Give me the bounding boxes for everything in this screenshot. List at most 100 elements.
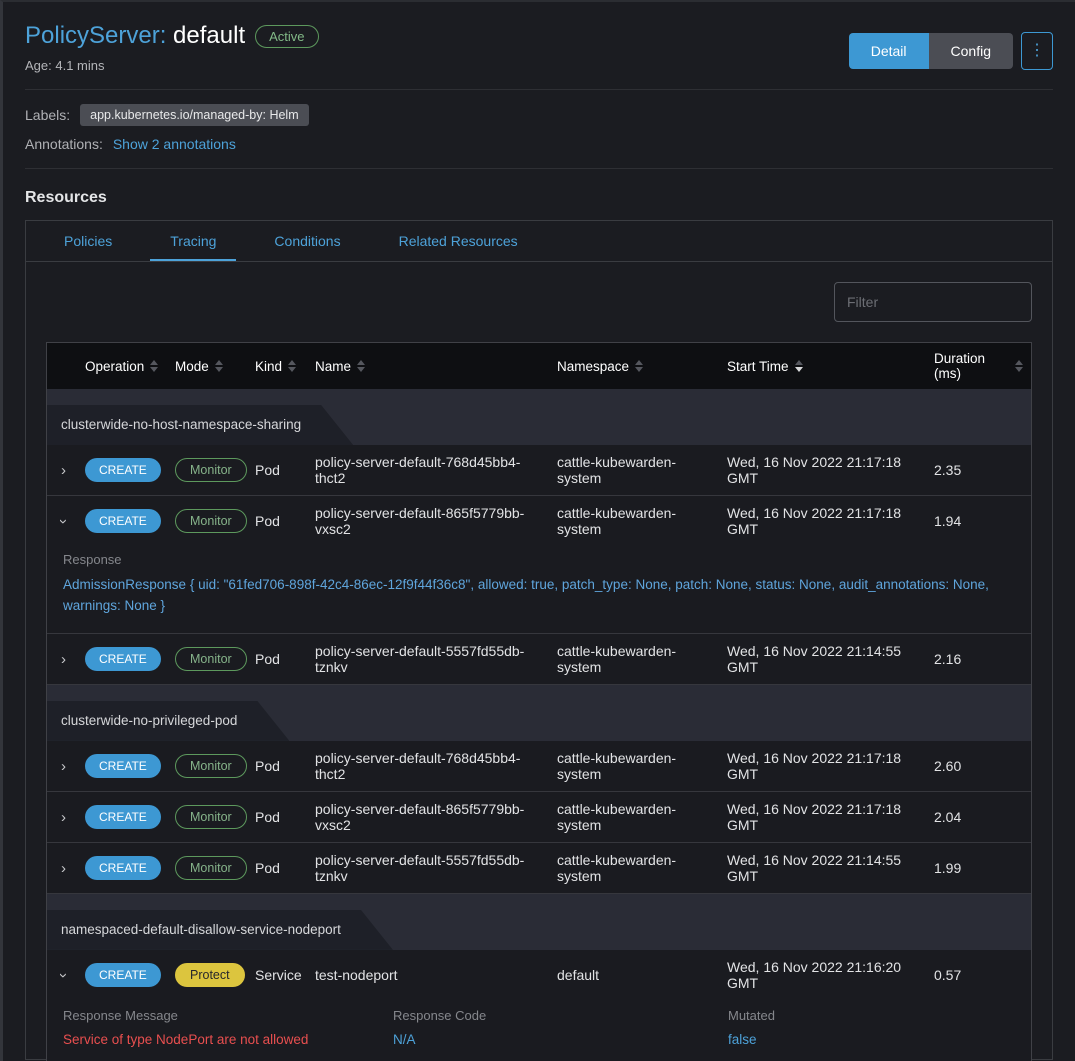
operation-badge: CREATE	[85, 754, 161, 778]
mode-badge: Monitor	[175, 856, 247, 880]
mode-badge: Monitor	[175, 647, 247, 671]
duration-cell: 1.94	[934, 513, 1031, 529]
labels-label: Labels:	[25, 107, 70, 123]
response-detail: Response Message Service of type NodePor…	[47, 1000, 1031, 1061]
mode-badge: Monitor	[175, 805, 247, 829]
name-cell: policy-server-default-5557fd55db-tznkv	[315, 643, 557, 675]
duration-cell: 2.60	[934, 758, 1031, 774]
resource-kind: PolicyServer:	[25, 22, 166, 49]
name-cell: policy-server-default-5557fd55db-tznkv	[315, 852, 557, 884]
response-message-value: Service of type NodePort are not allowed	[63, 1032, 393, 1047]
response-detail: Response AdmissionResponse { uid: "61fed…	[47, 546, 1031, 633]
name-cell: test-nodeport	[315, 967, 557, 983]
collapse-chevron-icon[interactable]: ›	[56, 519, 71, 524]
table-header: Operation Mode Kind Name Namespace Start…	[47, 343, 1031, 389]
duration-cell: 2.16	[934, 651, 1031, 667]
meta-divider	[25, 168, 1053, 169]
column-header-name[interactable]: Name	[315, 359, 549, 374]
expand-chevron-icon[interactable]: ›	[61, 861, 66, 876]
mode-badge: Monitor	[175, 458, 247, 482]
namespace-cell: cattle-kubewarden-system	[557, 454, 727, 486]
operation-badge: CREATE	[85, 856, 161, 880]
group-header: clusterwide-no-host-namespace-sharing	[47, 389, 1031, 445]
mutated-value: false	[728, 1032, 1011, 1047]
kind-cell: Pod	[255, 651, 315, 667]
column-header-operation[interactable]: Operation	[85, 359, 167, 374]
column-header-start-time[interactable]: Start Time	[727, 359, 926, 374]
expand-chevron-icon[interactable]: ›	[61, 652, 66, 667]
name-cell: policy-server-default-865f5779bb-vxsc2	[315, 801, 557, 833]
table-row-expanded: › CREATE Monitor Pod policy-server-defau…	[47, 496, 1031, 634]
expand-chevron-icon[interactable]: ›	[61, 810, 66, 825]
start-time-cell: Wed, 16 Nov 2022 21:14:55 GMT	[727, 643, 934, 675]
sort-icon	[357, 360, 365, 372]
table-row: › CREATE Monitor Pod policy-server-defau…	[47, 634, 1031, 685]
column-header-duration[interactable]: Duration (ms)	[934, 351, 1023, 381]
resources-title: Resources	[25, 189, 1053, 207]
kind-cell: Service	[255, 967, 315, 983]
mode-badge: Monitor	[175, 754, 247, 778]
tab-conditions[interactable]: Conditions	[254, 221, 360, 261]
operation-badge: CREATE	[85, 647, 161, 671]
namespace-cell: cattle-kubewarden-system	[557, 750, 727, 782]
expand-chevron-icon[interactable]: ›	[61, 759, 66, 774]
duration-cell: 1.99	[934, 860, 1031, 876]
kind-cell: Pod	[255, 462, 315, 478]
operation-badge: CREATE	[85, 805, 161, 829]
name-cell: policy-server-default-768d45bb4-thct2	[315, 750, 557, 782]
vertical-ellipsis-icon: ⋮	[1029, 42, 1045, 59]
sort-icon	[215, 360, 223, 372]
resource-name: default	[173, 22, 245, 49]
response-label: Response	[63, 552, 1011, 567]
response-code-value: N/A	[393, 1032, 728, 1047]
table-row: › CREATE Monitor Pod policy-server-defau…	[47, 741, 1031, 792]
response-value: AdmissionResponse { uid: "61fed706-898f-…	[63, 575, 1011, 617]
policy-server-detail-page: PolicyServer: default Active Age: 4.1 mi…	[0, 0, 1075, 1061]
group-title: clusterwide-no-host-namespace-sharing	[47, 405, 353, 445]
actions-menu-button[interactable]: ⋮	[1021, 32, 1053, 70]
table-row: › CREATE Monitor Pod policy-server-defau…	[47, 445, 1031, 496]
start-time-cell: Wed, 16 Nov 2022 21:17:18 GMT	[727, 505, 934, 537]
table-row-expanded: › CREATE Protect Service test-nodeport d…	[47, 950, 1031, 1061]
duration-cell: 0.57	[934, 967, 1031, 983]
sort-icon	[288, 360, 296, 372]
show-annotations-link[interactable]: Show 2 annotations	[113, 136, 236, 152]
group-title: clusterwide-no-privileged-pod	[47, 701, 289, 741]
kind-cell: Pod	[255, 860, 315, 876]
namespace-cell: cattle-kubewarden-system	[557, 801, 727, 833]
tab-policies[interactable]: Policies	[44, 221, 132, 261]
sort-icon	[1015, 360, 1023, 372]
config-button[interactable]: Config	[929, 33, 1013, 69]
start-time-cell: Wed, 16 Nov 2022 21:17:18 GMT	[727, 801, 934, 833]
namespace-cell: cattle-kubewarden-system	[557, 505, 727, 537]
table-row: › CREATE Monitor Pod policy-server-defau…	[47, 792, 1031, 843]
label-chip: app.kubernetes.io/managed-by: Helm	[80, 104, 308, 126]
tab-tracing[interactable]: Tracing	[150, 221, 236, 261]
namespace-cell: cattle-kubewarden-system	[557, 643, 727, 675]
start-time-cell: Wed, 16 Nov 2022 21:17:18 GMT	[727, 454, 934, 486]
namespace-cell: cattle-kubewarden-system	[557, 852, 727, 884]
tabbar: Policies Tracing Conditions Related Reso…	[26, 221, 1052, 262]
expand-chevron-icon[interactable]: ›	[61, 463, 66, 478]
tracing-table: Operation Mode Kind Name Namespace Start…	[46, 342, 1032, 1061]
filter-input[interactable]	[834, 282, 1032, 322]
column-header-mode[interactable]: Mode	[175, 359, 247, 374]
sort-icon	[150, 360, 158, 372]
sort-icon	[635, 360, 643, 372]
sort-icon-active	[795, 360, 803, 372]
mutated-label: Mutated	[728, 1008, 1011, 1023]
column-header-kind[interactable]: Kind	[255, 359, 307, 374]
column-header-namespace[interactable]: Namespace	[557, 359, 719, 374]
name-cell: policy-server-default-768d45bb4-thct2	[315, 454, 557, 486]
name-cell: policy-server-default-865f5779bb-vxsc2	[315, 505, 557, 537]
detail-button[interactable]: Detail	[849, 33, 929, 69]
mode-badge: Monitor	[175, 509, 247, 533]
response-code-label: Response Code	[393, 1008, 728, 1023]
collapse-chevron-icon[interactable]: ›	[56, 973, 71, 978]
tab-related-resources[interactable]: Related Resources	[379, 221, 538, 261]
operation-badge: CREATE	[85, 509, 161, 533]
annotations-label: Annotations:	[25, 136, 103, 152]
kind-cell: Pod	[255, 758, 315, 774]
group-header: clusterwide-no-privileged-pod	[47, 685, 1031, 741]
operation-badge: CREATE	[85, 458, 161, 482]
